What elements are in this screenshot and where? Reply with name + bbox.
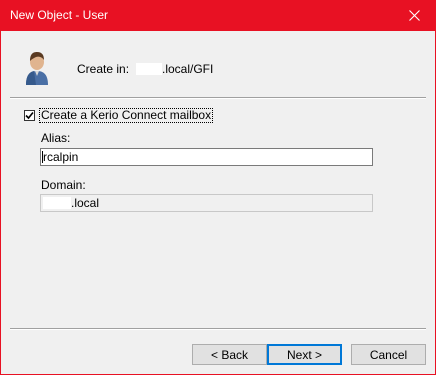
alias-input[interactable]: rcalpin [40,148,373,166]
redaction [136,63,162,75]
domain-value: .local [71,196,100,210]
create-mailbox-checkbox-row[interactable]: Create a Kerio Connect mailbox [24,108,214,123]
create-mailbox-label[interactable]: Create a Kerio Connect mailbox [39,108,214,123]
back-button[interactable]: < Back [192,344,267,365]
window-border-left [0,31,1,375]
title-bar: New Object - User [0,0,436,31]
domain-field: .local [40,194,373,212]
alias-label: Alias: [41,131,71,145]
create-in-label: Create in: [77,62,130,76]
redaction [43,197,71,209]
create-in-value: .local/GFI [136,62,213,76]
create-mailbox-checkbox[interactable] [24,110,35,121]
alias-value: rcalpin [43,150,79,164]
user-icon [26,52,48,85]
window-title: New Object - User [10,8,109,22]
domain-label: Domain: [41,178,86,192]
close-icon [408,10,420,21]
close-button[interactable] [392,0,436,31]
cancel-button[interactable]: Cancel [351,344,426,365]
bottom-separator [10,328,426,330]
top-separator [10,97,426,99]
create-in-path: .local/GFI [162,62,214,76]
checkmark-icon [25,111,34,120]
next-button[interactable]: Next > [267,344,342,365]
